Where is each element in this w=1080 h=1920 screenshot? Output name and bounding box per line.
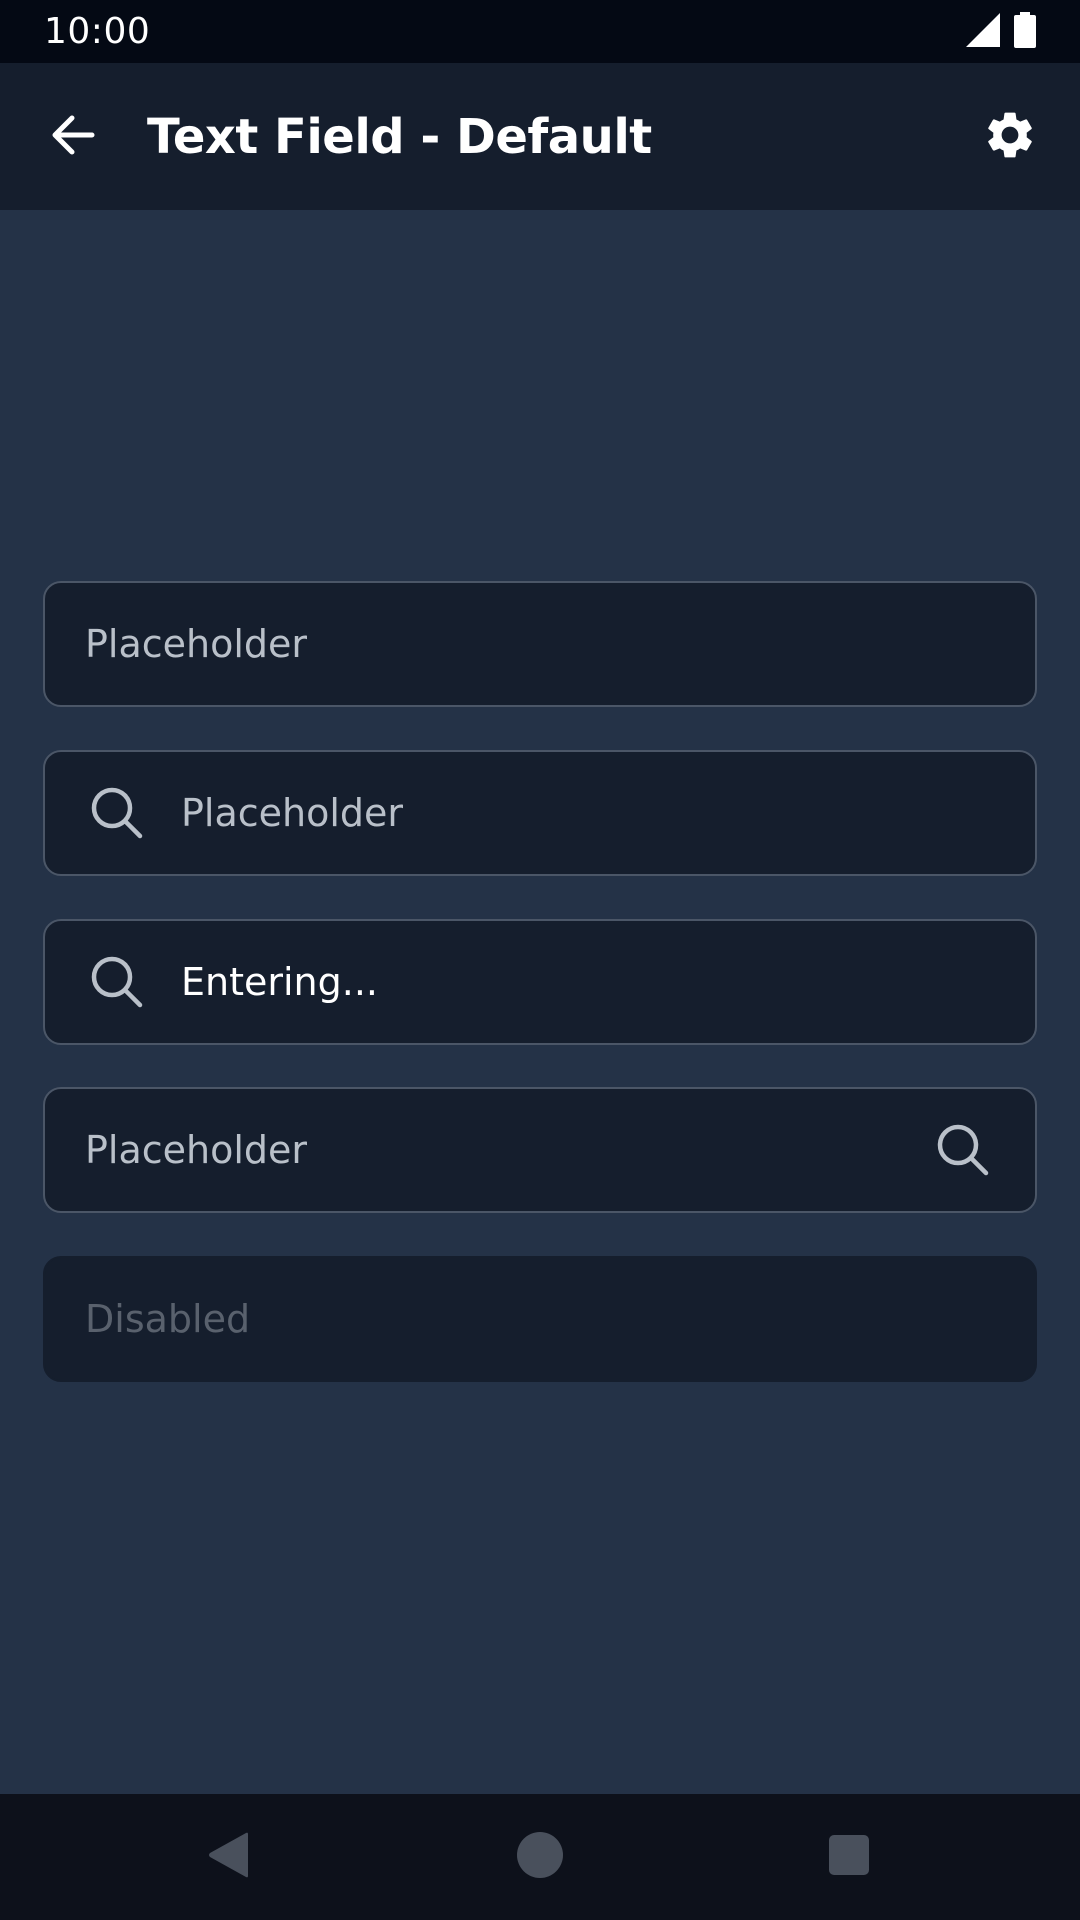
text-field-entering[interactable] [43,919,1037,1045]
back-button[interactable] [44,109,100,165]
status-icons [966,11,1036,52]
search-input[interactable] [181,752,1035,874]
nav-recents-icon [828,1834,870,1880]
signal-icon [966,12,1000,51]
text-field-search-trailing[interactable] [43,1087,1037,1213]
search-input[interactable] [85,1089,913,1211]
text-input[interactable] [85,583,1035,705]
nav-back-icon [206,1831,252,1883]
nav-recents-button[interactable] [819,1827,879,1887]
nav-back-button[interactable] [199,1827,259,1887]
text-field-disabled [43,1256,1037,1382]
battery-icon [1014,11,1036,52]
arrow-back-icon [48,111,96,163]
status-time: 10:00 [44,11,151,52]
page-title: Text Field - Default [147,108,652,165]
text-field-default[interactable] [43,581,1037,707]
nav-home-icon [516,1831,564,1883]
disabled-input [85,1258,1035,1380]
text-field-search-leading[interactable] [43,750,1037,876]
search-icon [87,952,147,1012]
nav-home-button[interactable] [510,1827,570,1887]
search-icon [87,783,147,843]
system-nav-bar [0,1794,1080,1920]
search-icon[interactable] [933,1120,993,1180]
search-input-entering[interactable] [181,921,1035,1043]
status-bar: 10:00 [0,0,1080,63]
settings-button[interactable] [980,107,1040,167]
app-bar: Text Field - Default [0,63,1080,210]
gear-icon [982,107,1038,167]
